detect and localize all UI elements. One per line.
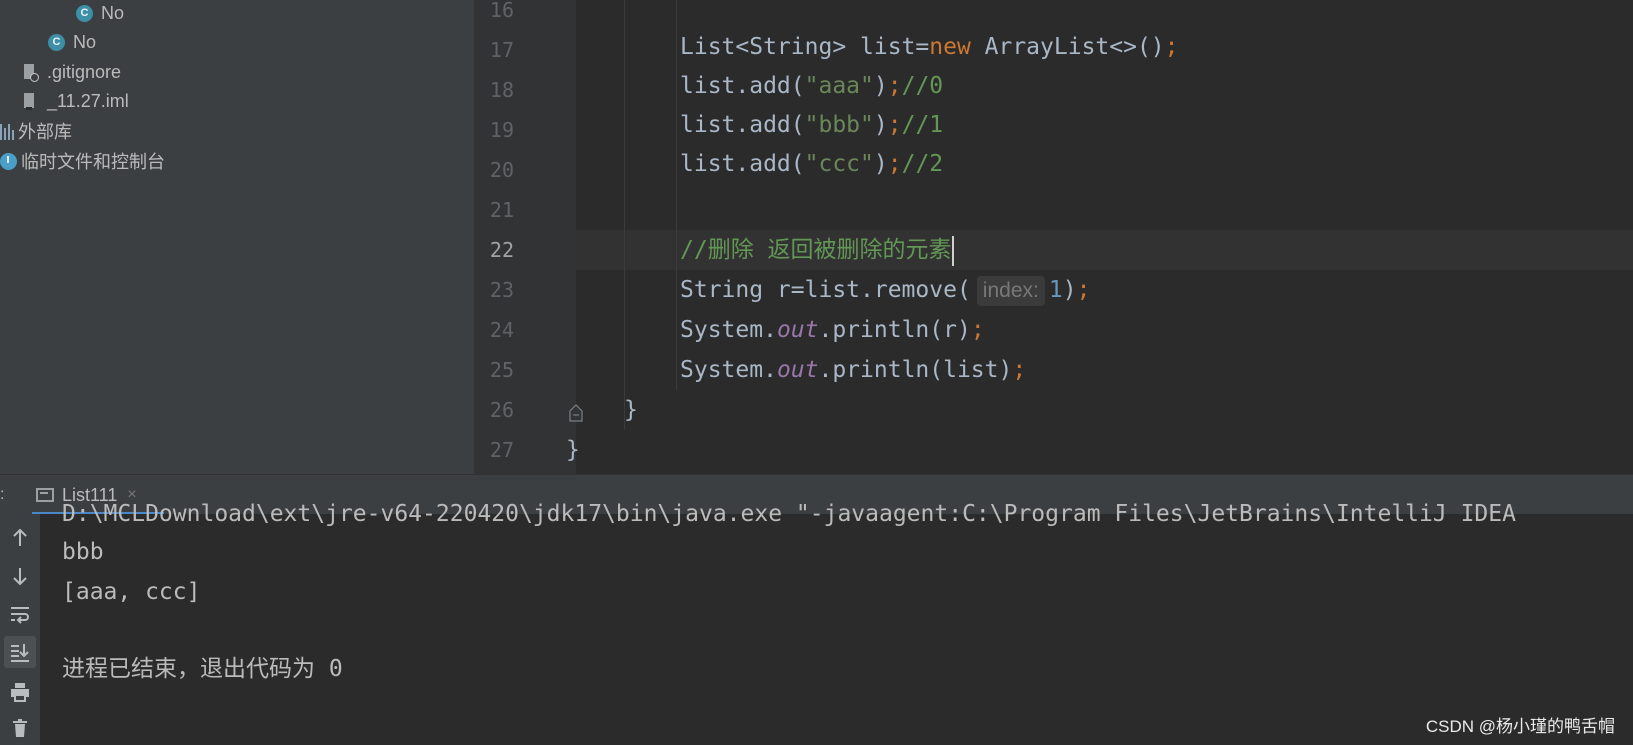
code-line-27: } <box>566 437 580 463</box>
module-file-icon <box>24 92 37 110</box>
console-line: [aaa, ccc] <box>62 579 201 605</box>
class-icon: C <box>48 33 65 51</box>
tree-item-external-libraries[interactable]: 外部库 <box>0 116 72 146</box>
console-output[interactable]: D:\MCLDownload\ext\jre-v64-220420\jdk17\… <box>40 501 1633 745</box>
tree-item-class-no-1[interactable]: C No <box>76 0 124 28</box>
tree-item-class-no-2[interactable]: C No <box>48 27 96 57</box>
line-number: 18 <box>489 78 514 102</box>
line-number: 25 <box>489 358 514 382</box>
line-number: 24 <box>489 318 514 342</box>
tree-item-label: _11.27.iml <box>47 90 129 111</box>
line-number: 16 <box>489 0 514 22</box>
tree-item-gitignore[interactable]: .gitignore <box>24 57 121 87</box>
code-line-17: List<String> list=new ArrayList<>(); <box>680 34 1179 60</box>
tool-window-title: : <box>0 486 5 503</box>
line-number: 19 <box>489 118 514 142</box>
trash-icon[interactable] <box>4 712 36 744</box>
code-line-22: //删除 返回被删除的元素 <box>680 230 954 270</box>
console-line: bbb <box>62 539 104 565</box>
up-arrow-icon[interactable] <box>4 522 36 554</box>
code-editor[interactable]: 16 17 18 19 20 21 22 23 24 25 26 27 List… <box>474 0 1633 474</box>
indent-guide <box>624 0 625 430</box>
line-number: 26 <box>489 398 514 422</box>
watermark: CSDN @杨小瑾的鸭舌帽 <box>1425 717 1615 736</box>
tree-item-label: No <box>101 2 125 23</box>
tree-item-scratches[interactable]: 临时文件和控制台 <box>0 146 165 176</box>
code-line-25: System.out.println(list); <box>680 357 1027 383</box>
scratch-icon <box>0 152 17 170</box>
line-number: 23 <box>489 278 514 302</box>
class-icon: C <box>76 4 93 22</box>
tree-item-label: No <box>73 31 97 52</box>
ignored-file-icon <box>24 63 39 82</box>
console-icon <box>36 488 54 502</box>
code-line-23: String r=list.remove(index: 1); <box>680 270 1090 310</box>
line-number-gutter: 16 17 18 19 20 21 22 23 24 25 26 27 <box>474 0 583 474</box>
code-line-24: System.out.println(r); <box>680 317 985 343</box>
code-line-26: } <box>624 397 638 423</box>
tree-item-iml[interactable]: _11.27.iml <box>24 86 129 116</box>
console-line: D:\MCLDownload\ext\jre-v64-220420\jdk17\… <box>62 501 1516 527</box>
text-caret <box>951 235 954 266</box>
project-tree-panel: C No C No .gitignore _11.27.iml 外部库 临时文件… <box>0 0 474 474</box>
soft-wrap-icon[interactable] <box>4 598 36 630</box>
tree-item-label: .gitignore <box>47 61 122 82</box>
print-icon[interactable] <box>4 676 36 708</box>
code-line-19: list.add("bbb");//1 <box>680 112 944 138</box>
line-number-current: 22 <box>489 238 514 262</box>
parameter-hint: index: <box>976 275 1045 306</box>
line-number: 21 <box>489 198 514 222</box>
scroll-to-end-icon[interactable] <box>4 636 36 668</box>
line-number: 20 <box>489 158 514 182</box>
console-line: 进程已结束，退出代码为 0 <box>62 656 343 682</box>
run-side-toolbar <box>0 514 40 745</box>
library-icon <box>0 122 14 140</box>
code-line-18: list.add("aaa");//0 <box>680 73 944 99</box>
code-line-20: list.add("ccc");//2 <box>680 151 944 177</box>
down-arrow-icon[interactable] <box>4 560 36 592</box>
fold-marker-icon[interactable] <box>569 404 583 422</box>
indent-guide <box>676 0 677 390</box>
tree-item-label: 临时文件和控制台 <box>21 152 165 172</box>
line-number: 17 <box>489 38 514 62</box>
tree-item-label: 外部库 <box>18 122 72 142</box>
line-number: 27 <box>489 438 514 462</box>
